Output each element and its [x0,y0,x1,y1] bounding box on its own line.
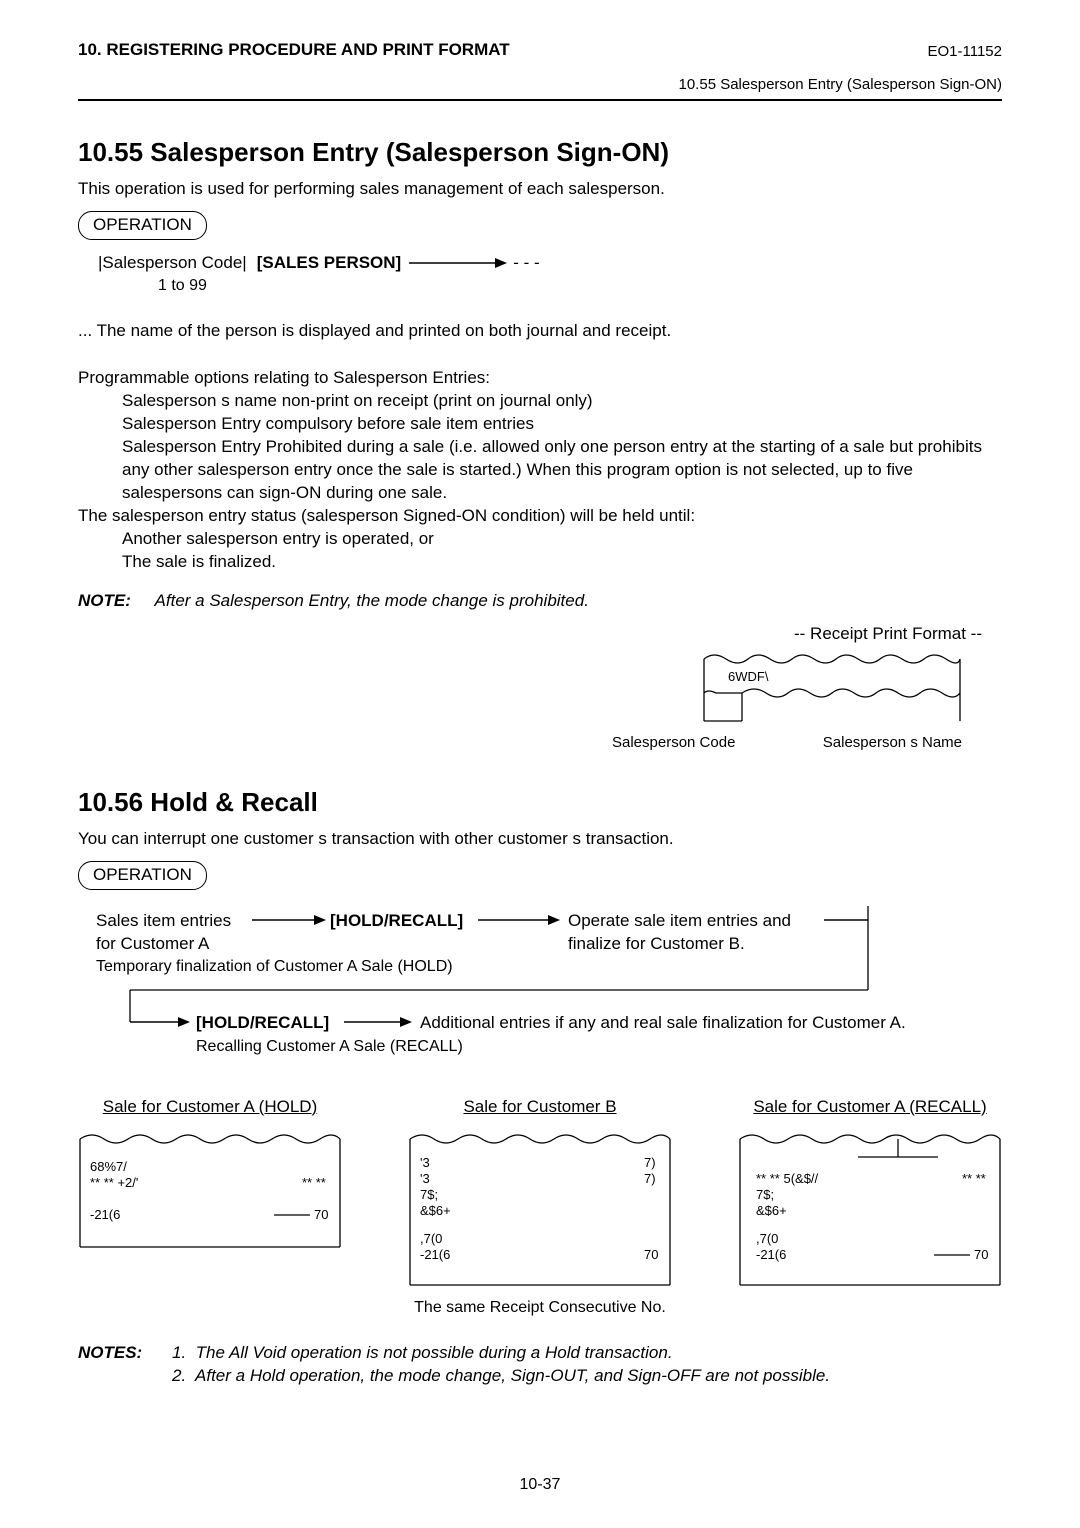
svg-text:7$;: 7$; [420,1187,438,1202]
receipt-a-slip: 68%7/ ** ** +2/' ** ** -21(6 70 [78,1127,342,1257]
arrow-icon [407,256,507,270]
option-1: Salesperson s name non-print on receipt … [122,390,1002,413]
svg-text:&$6+: &$6+ [420,1203,451,1218]
svg-text:-21(6: -21(6 [90,1207,120,1222]
notes-block: NOTES: 1. The All Void operation is not … [78,1342,1002,1388]
note-body: After a Salesperson Entry, the mode chan… [155,591,589,610]
flow-diagram: Sales item entries for Customer A [HOLD/… [78,900,1002,1090]
svg-text:,7(0: ,7(0 [756,1231,778,1246]
section-body-2: You can interrupt one customer s transac… [78,828,1002,1388]
svg-text:70: 70 [974,1247,988,1262]
flow-b2: finalize for Customer B. [568,933,791,956]
svg-text:-21(6: -21(6 [420,1247,450,1262]
caption-code: Salesperson Code [612,733,735,753]
flow-a: Sales item entries for Customer A [96,910,231,956]
svg-text:7): 7) [644,1155,656,1170]
svg-text:70: 70 [314,1207,328,1222]
dashes: - - - [513,252,539,275]
held-intro: The salesperson entry status (salesperso… [78,505,1002,528]
svg-text:** **: ** ** [302,1175,326,1190]
note-1: 1. The All Void operation is not possibl… [172,1342,1002,1365]
svg-text:-21(6: -21(6 [756,1247,786,1262]
note1-num: 1. [172,1343,186,1362]
flow-c: Additional entries if any and real sale … [420,1012,906,1035]
flow-a2: for Customer A [96,933,231,956]
option-2: Salesperson Entry compulsory before sale… [122,413,1002,436]
receipt-print-format: -- Receipt Print Format -- 6WDF\ Salespe… [78,623,1002,763]
svg-text:,7(0: ,7(0 [420,1231,442,1246]
note-2: 2. After a Hold operation, the mode chan… [172,1365,1002,1388]
intro-text: This operation is used for performing sa… [78,178,1002,201]
note2-text: After a Hold operation, the mode change,… [195,1366,830,1385]
caption-b: Sale for Customer B [408,1096,672,1119]
operation-line: |Salesperson Code| [SALES PERSON] - - - [98,252,1002,275]
held-2: The sale is finalized. [122,551,1002,574]
svg-text:** ** +2/': ** ** +2/' [90,1175,138,1190]
receipt-b-slip: '3 7) '3 7) 7$; &$6+ ,7(0 -21(6 70 [408,1127,672,1291]
consecutive-note: The same Receipt Consecutive No. [78,1297,1002,1319]
rule [78,99,1002,101]
sales-person-button: [SALES PERSON] [257,252,402,275]
svg-text:68%7/: 68%7/ [90,1159,127,1174]
flow-note-a: Temporary finalization of Customer A Sal… [96,956,453,978]
receipt-c: Sale for Customer A (RECALL) ** ** 5(&$/… [738,1096,1002,1291]
svg-text:7): 7) [644,1171,656,1186]
flow-note-b: Recalling Customer A Sale (RECALL) [196,1036,463,1058]
operation-pill: OPERATION [78,211,207,240]
caption-a: Sale for Customer A (HOLD) [78,1096,342,1119]
page-header: 10. REGISTERING PROCEDURE AND PRINT FORM… [78,40,1002,60]
flow-b: Operate sale item entries and finalize f… [568,910,791,956]
receipt-b: Sale for Customer B '3 7) '3 7) 7$; &$6+ ,… [408,1096,672,1291]
section-title: 10.55 Salesperson Entry (Salesperson Sig… [78,137,1002,168]
svg-text:** **: ** ** [962,1171,986,1186]
code-range: 1 to 99 [158,275,1002,297]
page-number: 10-37 [0,1476,1080,1494]
page: 10. REGISTERING PROCEDURE AND PRINT FORM… [0,0,1080,1528]
operation-pill-2: OPERATION [78,861,207,890]
note2-num: 2. [172,1366,186,1385]
section-title-2: 10.56 Hold & Recall [78,787,1002,818]
header-right: EO1-11152 [928,43,1003,60]
header-subtitle: 10.55 Salesperson Entry (Salesperson Sig… [78,76,1002,93]
flow-a1: Sales item entries [96,910,231,933]
rpf-title: -- Receipt Print Format -- [794,623,982,646]
svg-text:7$;: 7$; [756,1187,774,1202]
option-3: Salesperson Entry Prohibited during a sa… [122,436,1002,505]
note-row: NOTE: After a Salesperson Entry, the mod… [78,590,1002,613]
notes-label: NOTES: [78,1343,142,1362]
header-left: 10. REGISTERING PROCEDURE AND PRINT FORM… [78,40,510,60]
receipts-row: Sale for Customer A (HOLD) 68%7/ ** ** +… [78,1096,1002,1291]
svg-text:'3: '3 [420,1155,430,1170]
svg-text:70: 70 [644,1247,658,1262]
caption-name: Salesperson s Name [823,733,962,753]
note-label: NOTE: [78,591,131,610]
flow-b1: Operate sale item entries and [568,910,791,933]
held-1: Another salesperson entry is operated, o… [122,528,1002,551]
options-intro: Programmable options relating to Salespe… [78,367,1002,390]
receipt-text: 6WDF\ [728,669,769,684]
receipt-a: Sale for Customer A (HOLD) 68%7/ ** ** +… [78,1096,342,1291]
hold-recall-2: [HOLD/RECALL] [196,1012,329,1035]
section-body: This operation is used for performing sa… [78,178,1002,763]
salesperson-code-label: |Salesperson Code| [98,252,247,275]
hold-recall-1: [HOLD/RECALL] [330,910,463,933]
svg-text:** ** 5(&$//: ** ** 5(&$// [756,1171,819,1186]
caption-c: Sale for Customer A (RECALL) [738,1096,1002,1119]
receipt-c-slip: ** ** 5(&$// ** ** 7$; &$6+ ,7(0 -21(6 70 [738,1127,1002,1291]
note1-text: The All Void operation is not possible d… [196,1343,673,1362]
svg-text:'3: '3 [420,1171,430,1186]
intro-text-2: You can interrupt one customer s transac… [78,828,1002,851]
printed-line: ... The name of the person is displayed … [78,320,1002,343]
receipt-slip: 6WDF\ [702,649,962,725]
svg-text:&$6+: &$6+ [756,1203,787,1218]
